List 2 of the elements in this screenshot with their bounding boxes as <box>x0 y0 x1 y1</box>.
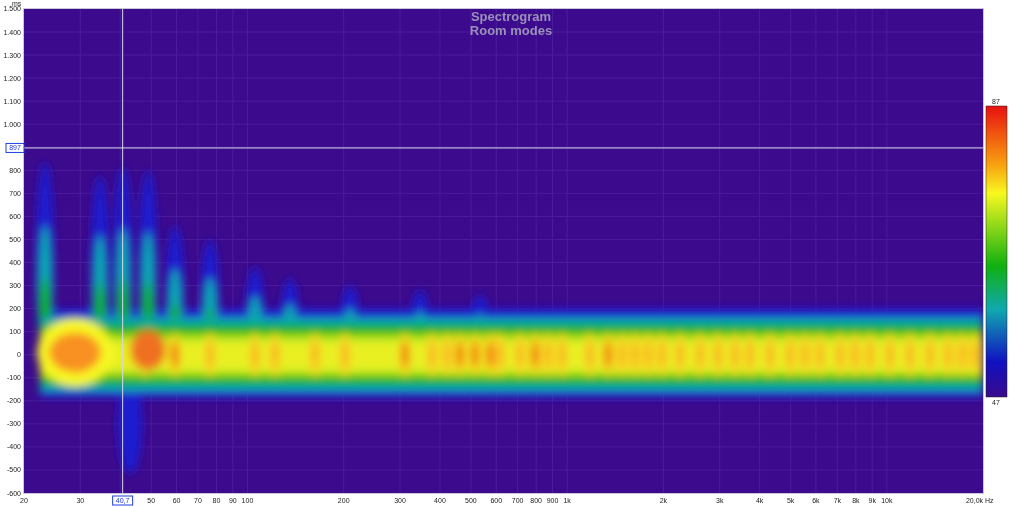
chart-title: Spectrogram <box>470 9 552 24</box>
chart-subtitle: Room modes <box>469 23 553 38</box>
